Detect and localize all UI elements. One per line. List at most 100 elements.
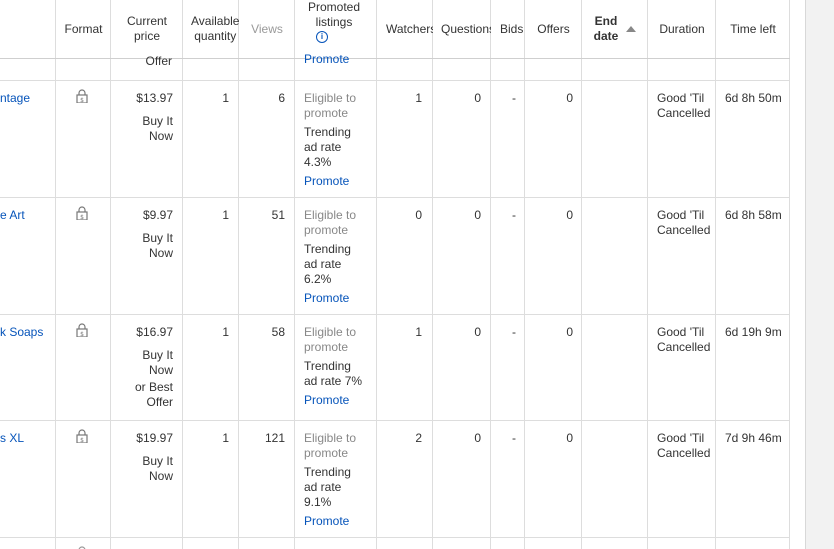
partial-price-type: Offer <box>145 54 172 68</box>
header-questions[interactable]: Questions <box>433 0 491 58</box>
bids-count: - <box>512 431 516 445</box>
available-quantity: 1 <box>222 431 229 445</box>
svg-text:$: $ <box>80 331 84 337</box>
header-end-date[interactable]: End date <box>582 0 648 58</box>
offers-count: 0 <box>566 208 573 222</box>
available-quantity: 1 <box>222 325 229 339</box>
header-time-left[interactable]: Time left <box>716 0 790 58</box>
eligible-text: Eligible to promote <box>304 208 357 237</box>
eligible-text: Eligible to promote <box>304 325 357 354</box>
col-offers <box>525 0 582 549</box>
bids-count: - <box>512 208 516 222</box>
row-divider <box>0 537 790 538</box>
price-type: Buy It Now <box>142 454 173 483</box>
col-format <box>56 0 111 549</box>
col-questions <box>433 0 491 549</box>
price-type: Buy It Now or Best Offer <box>134 348 173 409</box>
views-count: 58 <box>271 325 285 339</box>
col-time-left <box>716 0 790 549</box>
item-title-link[interactable]: ntage <box>0 91 30 106</box>
price-value: $19.97 <box>136 431 173 445</box>
col-end-date <box>582 0 648 549</box>
header-watchers[interactable]: Watchers <box>377 0 433 58</box>
views-count: 121 <box>264 431 285 445</box>
price-value: $13.97 <box>136 91 173 105</box>
duration-text: Good 'Til Cancelled <box>657 208 711 237</box>
trending-rate: Trending ad rate 7% <box>304 359 363 388</box>
row-divider <box>0 197 790 198</box>
duration-text: Good 'Til Cancelled <box>657 91 711 120</box>
fixed-price-lock-icon: $ <box>76 429 88 443</box>
watchers-count: 0 <box>415 208 422 222</box>
trending-rate: Trending ad rate 4.3% <box>304 125 351 169</box>
time-left: 6d 19h 9m <box>725 325 782 339</box>
header-offers[interactable]: Offers <box>525 0 582 58</box>
header-promoted-label: Promoted listings <box>307 0 361 29</box>
promote-link[interactable]: Promote <box>304 174 349 189</box>
header-format[interactable]: Format <box>56 0 111 58</box>
watchers-count: 1 <box>415 91 422 105</box>
price-type: Buy It Now <box>142 231 173 260</box>
fixed-price-lock-icon: $ <box>76 206 88 220</box>
col-duration <box>648 0 716 549</box>
price-type: Buy It Now <box>142 114 173 143</box>
sort-ascending-icon <box>626 26 636 32</box>
trending-rate: Trending ad rate 9.1% <box>304 465 351 509</box>
questions-count: 0 <box>474 325 481 339</box>
price-value: $16.97 <box>136 325 173 339</box>
promote-link[interactable]: Promote <box>304 291 349 306</box>
bids-count: - <box>512 91 516 105</box>
promote-link[interactable]: Promote <box>304 393 349 408</box>
info-icon[interactable]: i <box>316 31 328 43</box>
duration-text: Good 'Til Cancelled <box>657 325 711 354</box>
time-left: 7d 9h 46m <box>725 431 782 445</box>
header-views[interactable]: Views <box>239 0 295 58</box>
item-title-link[interactable]: k Soaps <box>0 325 43 340</box>
time-left: 6d 8h 50m <box>725 91 782 105</box>
row-divider <box>0 420 790 421</box>
row-divider <box>0 314 790 315</box>
fixed-price-lock-icon: $ <box>76 89 88 103</box>
header-end-date-label: End date <box>593 14 619 43</box>
offers-count: 0 <box>566 431 573 445</box>
header-duration[interactable]: Duration <box>648 0 716 58</box>
offers-count: 0 <box>566 91 573 105</box>
listings-table: Format Current price Available quantity … <box>0 0 790 549</box>
header-available-quantity[interactable]: Available quantity <box>183 0 239 58</box>
trending-rate: Trending ad rate 6.2% <box>304 242 351 286</box>
svg-text:$: $ <box>80 97 84 103</box>
fixed-price-lock-icon: $ <box>76 323 88 337</box>
duration-text: Good 'Til Cancelled <box>657 431 711 460</box>
header-promoted-listings[interactable]: Promoted listings i <box>295 0 377 58</box>
col-watchers <box>377 0 433 549</box>
svg-text:$: $ <box>80 437 84 443</box>
eligible-text: Eligible to promote <box>304 91 357 120</box>
time-left: 6d 8h 58m <box>725 208 782 222</box>
col-title <box>0 0 56 549</box>
offers-count: 0 <box>566 325 573 339</box>
promote-link[interactable]: Promote <box>304 514 349 529</box>
row-divider <box>0 80 790 81</box>
price-value: $9.97 <box>142 208 173 222</box>
col-available <box>183 0 239 549</box>
col-views <box>239 0 295 549</box>
eligible-text: Eligible to promote <box>304 431 357 460</box>
available-quantity: 1 <box>222 208 229 222</box>
vertical-scrollbar[interactable] <box>805 0 834 549</box>
svg-text:$: $ <box>80 214 84 220</box>
questions-count: 0 <box>474 91 481 105</box>
watchers-count: 2 <box>415 431 422 445</box>
bids-count: - <box>512 325 516 339</box>
questions-count: 0 <box>474 431 481 445</box>
partial-promote-link[interactable]: Promote <box>304 52 349 67</box>
item-title-link[interactable]: s XL <box>0 431 24 446</box>
views-count: 51 <box>271 208 285 222</box>
available-quantity: 1 <box>222 91 229 105</box>
header-current-price[interactable]: Current price <box>111 0 183 58</box>
watchers-count: 1 <box>415 325 422 339</box>
questions-count: 0 <box>474 208 481 222</box>
col-bids <box>491 0 525 549</box>
header-bids[interactable]: Bids <box>491 0 525 58</box>
views-count: 6 <box>278 91 285 105</box>
item-title-link[interactable]: e Art <box>0 208 25 223</box>
